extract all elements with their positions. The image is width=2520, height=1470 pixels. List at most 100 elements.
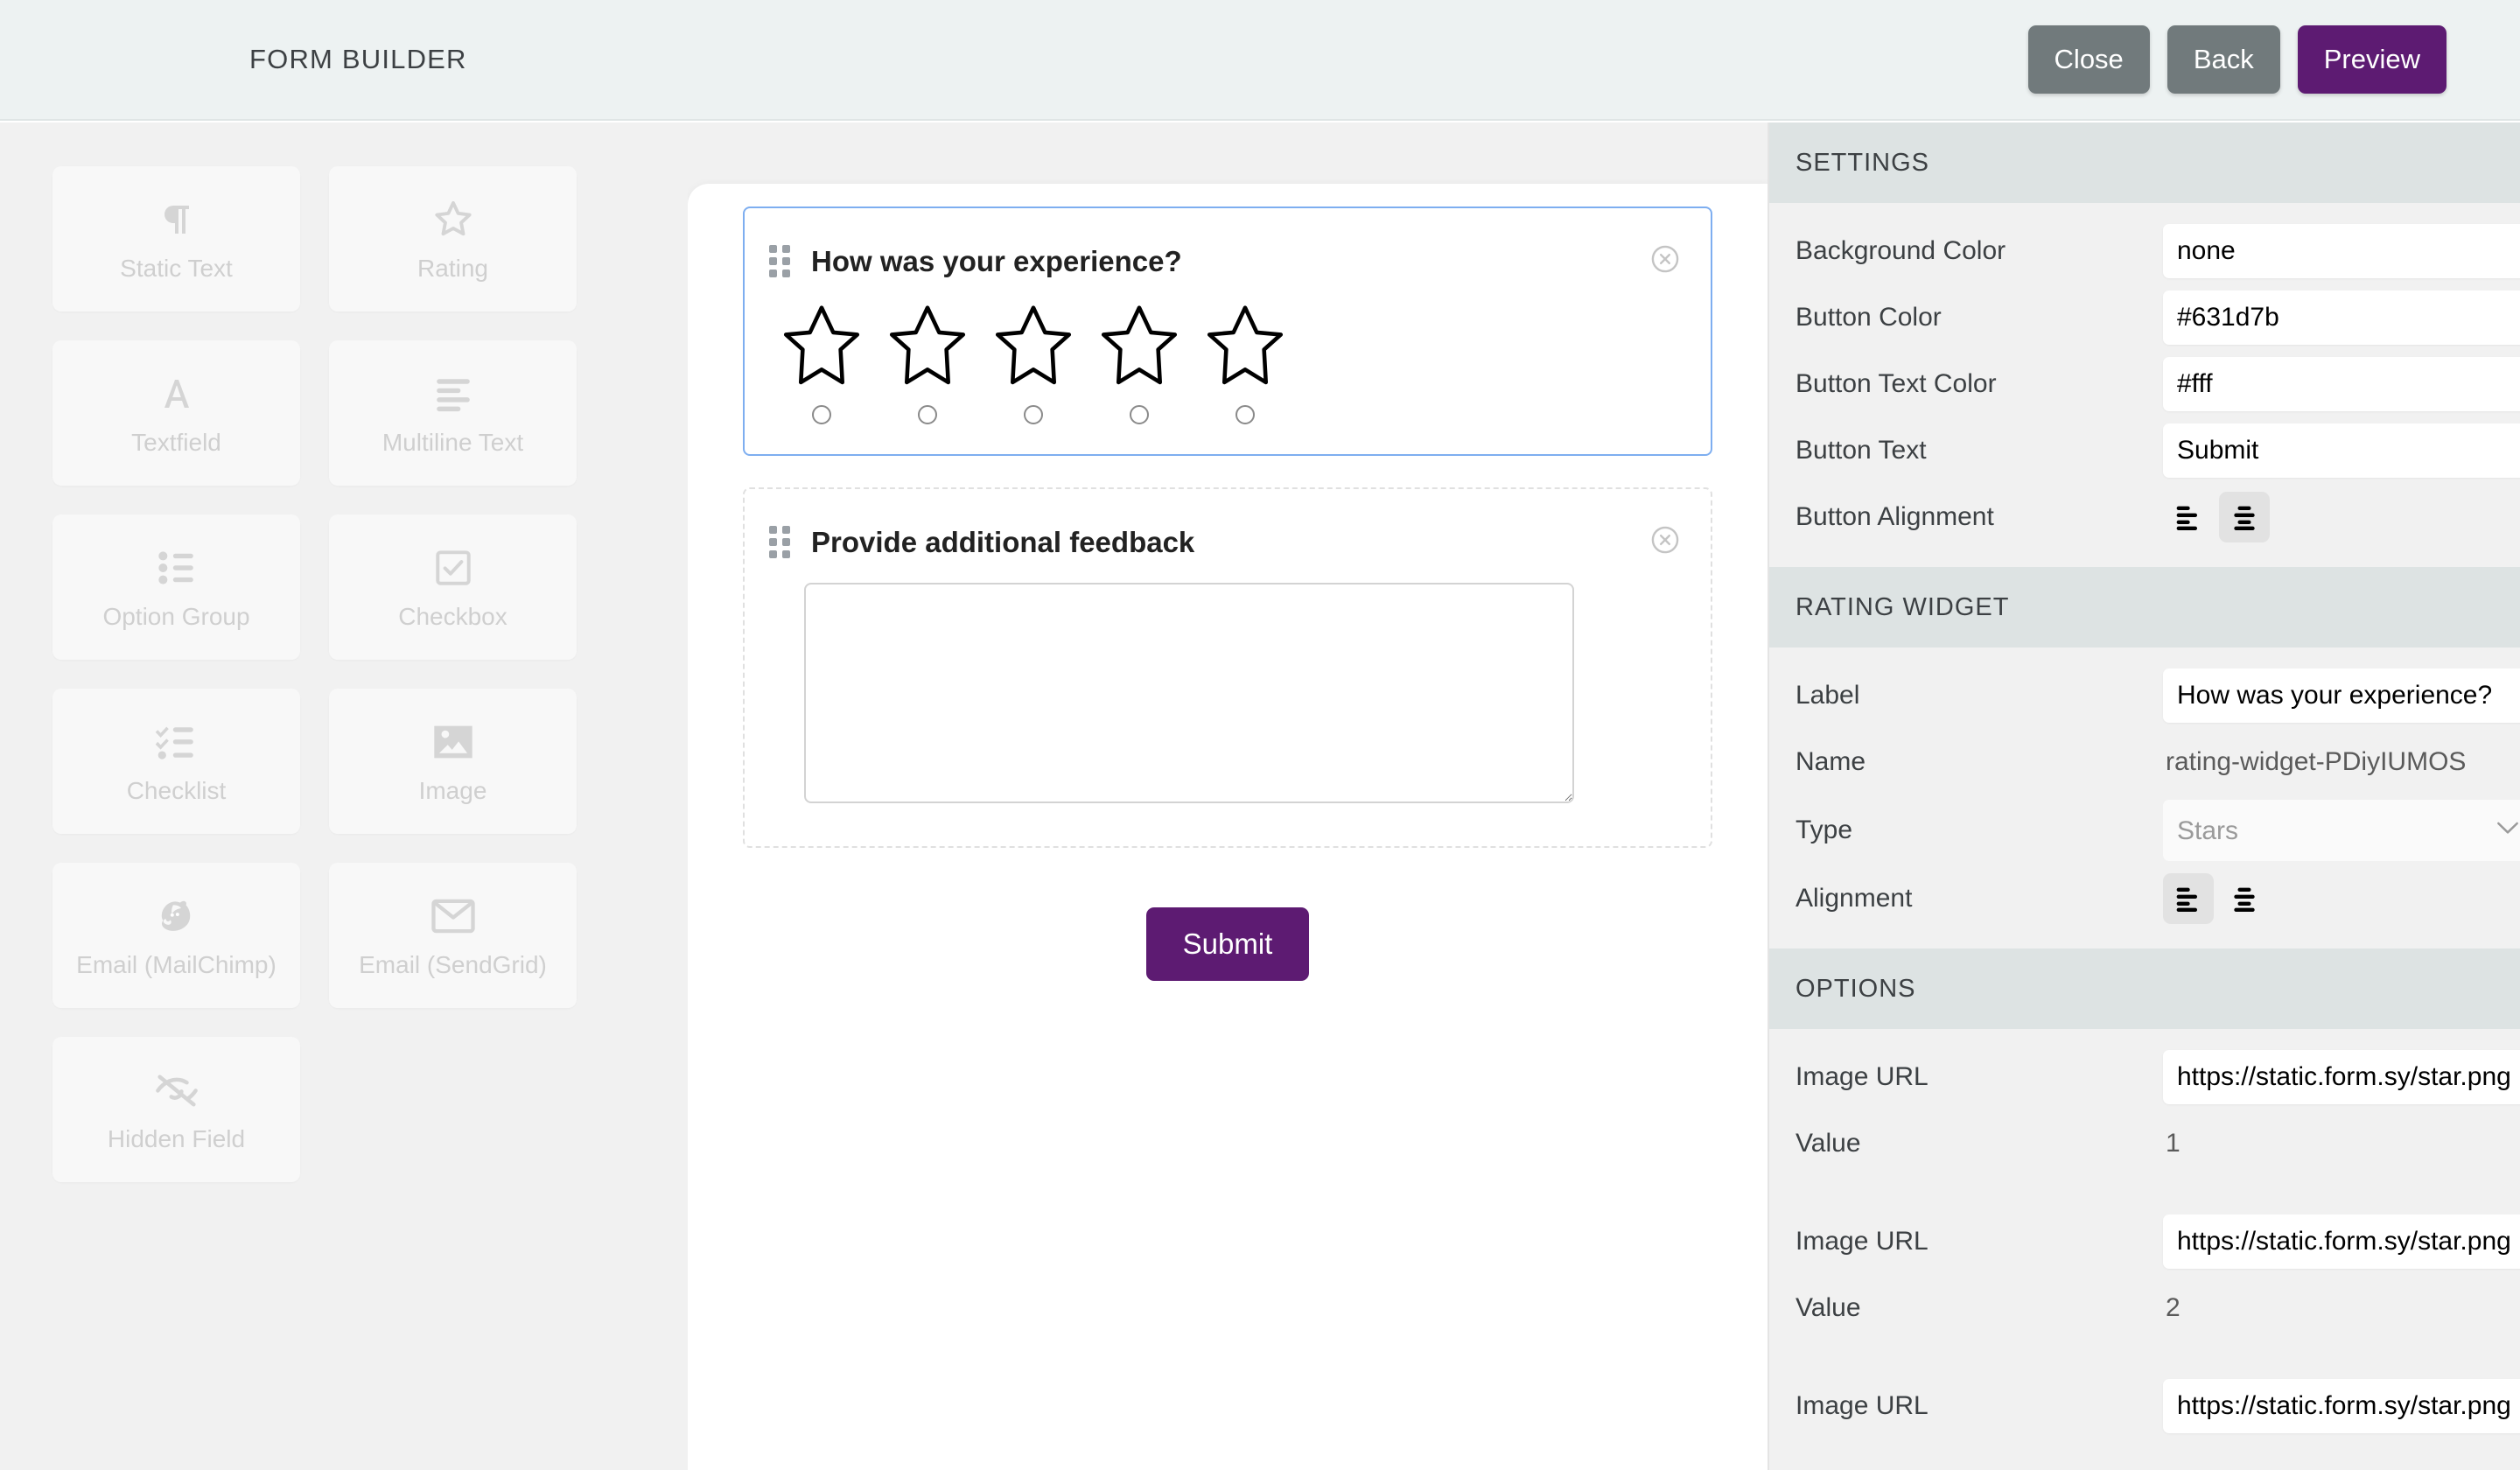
palette-item-label: Rating — [417, 255, 488, 282]
rating-alignment-group — [2163, 873, 2270, 924]
form-builder-app: FORM BUILDER Close Back Preview Static T… — [0, 0, 2520, 1470]
option-row-value: Value 1 — [1769, 1115, 2520, 1172]
option-image-url-input[interactable] — [2163, 1214, 2520, 1269]
palette-item-image[interactable]: Image — [329, 689, 577, 834]
button-text-input[interactable] — [2163, 424, 2520, 478]
widget-header: Provide additional feedback — [745, 489, 1711, 560]
rating-radio[interactable] — [1024, 405, 1043, 424]
canvas-widget-rating[interactable]: How was your experience? — [743, 206, 1712, 456]
rating-star-option[interactable] — [884, 302, 971, 424]
rating-row-name: Name rating-widget-PDiyIUMOS — [1769, 733, 2520, 791]
palette-item-label: Textfield — [131, 429, 221, 456]
palette-item-multiline-text[interactable]: Multiline Text — [329, 340, 577, 486]
palette-item-static-text[interactable]: Static Text — [52, 166, 300, 312]
close-icon[interactable] — [1649, 524, 1681, 560]
widget-header: How was your experience? — [745, 208, 1711, 279]
palette-item-rating[interactable]: Rating — [329, 166, 577, 312]
row-label: Button Alignment — [1796, 502, 1994, 531]
palette-item-email-mailchimp[interactable]: Email (MailChimp) — [52, 863, 300, 1008]
option-image-url-input[interactable] — [2163, 1379, 2520, 1433]
rating-align-center-button[interactable] — [2219, 873, 2270, 924]
rating-radio[interactable] — [812, 405, 831, 424]
row-label: Image URL — [1796, 1062, 1928, 1091]
row-label: Image URL — [1796, 1227, 1928, 1256]
settings-section-body: Background Color Button Color Button Tex… — [1769, 203, 2520, 546]
option-row-image-url: Image URL — [1769, 1377, 2520, 1435]
back-button[interactable]: Back — [2166, 25, 2280, 94]
rating-type-select[interactable]: Stars — [2163, 800, 2520, 861]
rating-widget-section-header: RATING WIDGET — [1769, 567, 2520, 648]
drag-handle-icon[interactable] — [769, 245, 792, 277]
row-label: Image URL — [1796, 1391, 1928, 1420]
row-label: Name — [1796, 747, 1866, 776]
palette-item-label: Static Text — [120, 255, 233, 282]
rating-star-option[interactable] — [1096, 302, 1183, 424]
submit-button[interactable]: Submit — [1145, 907, 1310, 981]
setting-row-button-alignment: Button Alignment — [1769, 488, 2520, 546]
background-color-input[interactable] — [2163, 224, 2520, 278]
rating-label-input[interactable] — [2163, 668, 2520, 723]
envelope-icon — [430, 892, 476, 941]
palette-item-label: Email (SendGrid) — [359, 951, 547, 978]
rating-row-label: Label — [1769, 667, 2520, 724]
row-label: Alignment — [1796, 884, 1913, 913]
palette-item-hidden-field[interactable]: Hidden Field — [52, 1037, 300, 1182]
rating-star-option[interactable] — [1201, 302, 1289, 424]
drag-handle-icon[interactable] — [769, 526, 792, 558]
options-section-header: OPTIONS — [1769, 948, 2520, 1029]
rating-star-option[interactable] — [990, 302, 1077, 424]
row-label: Button Text Color — [1796, 369, 1997, 398]
setting-row-background-color: Background Color — [1769, 222, 2520, 280]
rating-star-option[interactable] — [778, 302, 865, 424]
option-row-value: Value 2 — [1769, 1279, 2520, 1337]
rating-radio[interactable] — [918, 405, 937, 424]
bullet-list-icon — [154, 543, 200, 592]
row-label: Type — [1796, 816, 1853, 844]
button-color-input[interactable] — [2163, 290, 2520, 345]
form-canvas-area: How was your experience? Provide additio… — [688, 122, 1768, 1470]
close-icon[interactable] — [1649, 243, 1681, 279]
row-label: Value — [1796, 1129, 1861, 1158]
form-canvas-card: How was your experience? Provide additio… — [688, 184, 1768, 1470]
page-title: FORM BUILDER — [249, 44, 467, 74]
button-text-color-input[interactable] — [2163, 357, 2520, 411]
option-image-url-input[interactable] — [2163, 1050, 2520, 1104]
rating-align-left-button[interactable] — [2163, 873, 2214, 924]
paragraph-icon — [156, 195, 198, 244]
align-left-button[interactable] — [2163, 492, 2214, 542]
canvas-widget-multiline[interactable]: Provide additional feedback — [743, 487, 1712, 848]
row-label: Button Text — [1796, 436, 1927, 465]
align-center-button[interactable] — [2219, 492, 2270, 542]
palette-item-label: Hidden Field — [107, 1125, 246, 1152]
palette-item-option-group[interactable]: Option Group — [52, 514, 300, 660]
eye-off-icon — [153, 1066, 200, 1115]
option-row-image-url: Image URL — [1769, 1048, 2520, 1106]
options-section-body: Image URL Value 1 Image URL Value 2 Imag… — [1769, 1029, 2520, 1435]
top-bar: FORM BUILDER Close Back Preview — [0, 0, 2520, 121]
widget-palette: Static Text Rating Textfield Multiline T… — [0, 122, 688, 1470]
settings-section-header: SETTINGS — [1769, 122, 2520, 203]
setting-row-button-text: Button Text — [1769, 422, 2520, 480]
rating-radio[interactable] — [1236, 405, 1255, 424]
palette-item-label: Image — [418, 777, 487, 804]
palette-item-textfield[interactable]: Textfield — [52, 340, 300, 486]
row-label: Button Color — [1796, 303, 1942, 332]
feedback-textarea-wrap — [745, 560, 1711, 846]
submit-row: Submit — [688, 907, 1768, 981]
rating-radio[interactable] — [1130, 405, 1149, 424]
settings-panel: SETTINGS Background Color Button Color B… — [1768, 122, 2520, 1470]
rating-stars-row — [745, 279, 1711, 424]
close-button[interactable]: Close — [2027, 25, 2150, 94]
rating-row-type: Type Stars — [1769, 800, 2520, 861]
row-label: Value — [1796, 1293, 1861, 1322]
feedback-textarea[interactable] — [804, 583, 1574, 803]
checkbox-icon — [431, 543, 475, 592]
star-icon — [430, 195, 477, 244]
mailchimp-icon — [154, 892, 200, 941]
preview-button[interactable]: Preview — [2297, 25, 2446, 94]
palette-item-label: Email (MailChimp) — [76, 951, 276, 978]
palette-item-checklist[interactable]: Checklist — [52, 689, 300, 834]
palette-item-checkbox[interactable]: Checkbox — [329, 514, 577, 660]
rating-widget-section-body: Label Name rating-widget-PDiyIUMOS Type … — [1769, 648, 2520, 928]
palette-item-email-sendgrid[interactable]: Email (SendGrid) — [329, 863, 577, 1008]
